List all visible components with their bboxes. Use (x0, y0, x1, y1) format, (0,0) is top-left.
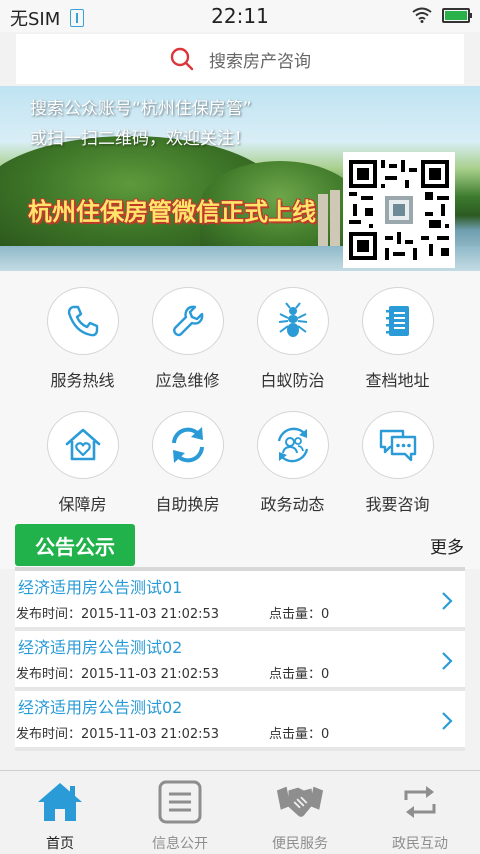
grid-item-hotline[interactable]: 服务热线 (30, 271, 135, 391)
chevron-right-icon (442, 652, 453, 670)
tab-label: 政民互动 (392, 836, 448, 852)
grid-item-termite[interactable]: 白蚁防治 (240, 271, 345, 391)
notice-header: 公告公示 更多 (0, 521, 480, 569)
chevron-right-icon (442, 712, 453, 730)
grid-label: 政务动态 (260, 495, 325, 514)
grid-icon-wrap (361, 411, 434, 479)
tab-public-service[interactable]: 便民服务 (240, 771, 360, 854)
document-icon (158, 780, 202, 824)
banner-building (330, 190, 340, 248)
grid-item-self-exchange[interactable]: 自助换房 (135, 395, 240, 515)
tab-home[interactable]: 首页 (0, 771, 120, 854)
wrench-icon (172, 305, 203, 337)
search-bar[interactable]: 搜索房产咨询 (16, 34, 464, 84)
battery-icon (442, 7, 472, 23)
notice-title: 经济适用房公告测试02 (18, 698, 183, 717)
handshake-icon (276, 786, 324, 817)
grid-label: 服务热线 (50, 371, 115, 390)
tab-label: 首页 (46, 836, 74, 852)
grid-item-archive[interactable]: 查档地址 (345, 271, 450, 391)
ant-icon (278, 302, 307, 337)
notice-time: 发布时间：2015-11-03 21:02:53 (16, 607, 220, 622)
wifi-icon (412, 7, 432, 23)
banner-line-2: 或扫一扫二维码，欢迎关注！ (30, 129, 251, 149)
notice-clicks: 点击量：0 (269, 607, 330, 622)
grid-label: 保障房 (58, 495, 107, 514)
notice-time: 发布时间：2015-11-03 21:02:53 (16, 727, 220, 742)
chat-icon (379, 429, 416, 462)
list-item[interactable]: 经济适用房公告测试02 发布时间：2015-11-03 21:02:53 点击量… (15, 691, 465, 751)
notice-title: 经济适用房公告测试01 (18, 578, 183, 597)
grid-icon-wrap (256, 411, 329, 479)
bottom-tab-bar: 首页 信息公开 便民服务 政民互动 (0, 770, 480, 854)
tab-label: 信息公开 (152, 836, 208, 852)
grid-icon-wrap (256, 287, 329, 355)
phone-icon (67, 305, 98, 337)
tab-icon-wrap (155, 777, 205, 827)
refresh-icon (171, 427, 204, 463)
tab-icon-wrap (275, 777, 325, 827)
grid-icon-wrap (46, 411, 119, 479)
banner-title: 杭州住保房管微信正式上线 (28, 198, 316, 226)
list-item[interactable]: 经济适用房公告测试02 发布时间：2015-11-03 21:02:53 点击量… (15, 631, 465, 691)
search-icon (170, 47, 194, 71)
qr-code-image (343, 152, 455, 268)
grid-label: 应急维修 (155, 371, 220, 390)
home-icon (38, 783, 82, 821)
promo-banner[interactable]: 搜索公众账号“杭州住保房管” 或扫一扫二维码，欢迎关注！ 杭州住保房管微信正式上… (0, 86, 480, 271)
house-heart-icon (65, 428, 100, 461)
notice-section-tag: 公告公示 (15, 524, 135, 566)
tab-gov-interaction[interactable]: 政民互动 (360, 771, 480, 854)
grid-icon-wrap (46, 287, 119, 355)
banner-building (318, 194, 328, 248)
grid-icon-wrap (151, 287, 224, 355)
grid-icon-wrap (151, 411, 224, 479)
tab-label: 便民服务 (272, 836, 328, 852)
notebook-icon (385, 306, 409, 336)
tab-info-disclosure[interactable]: 信息公开 (120, 771, 240, 854)
chevron-right-icon (442, 592, 453, 610)
grid-label: 自助换房 (155, 495, 220, 514)
grid-item-repair[interactable]: 应急维修 (135, 271, 240, 391)
grid-label: 我要咨询 (365, 495, 430, 514)
tab-icon-wrap (35, 777, 85, 827)
status-bar: 无SIM 22:11 (0, 0, 480, 32)
grid-icon-wrap (361, 287, 434, 355)
list-item[interactable]: 经济适用房公告测试01 发布时间：2015-11-03 21:02:53 点击量… (15, 571, 465, 631)
status-right (412, 7, 472, 23)
search-placeholder: 搜索房产咨询 (209, 51, 311, 72)
banner-line-1: 搜索公众账号“杭州住保房管” (30, 99, 252, 119)
notice-title: 经济适用房公告测试02 (18, 638, 183, 657)
notice-clicks: 点击量：0 (269, 727, 330, 742)
battery-fill (445, 10, 467, 20)
grid-label: 白蚁防治 (260, 371, 325, 390)
notice-clicks: 点击量：0 (269, 667, 330, 682)
more-link[interactable]: 更多 (430, 533, 464, 558)
notice-list: 经济适用房公告测试01 发布时间：2015-11-03 21:02:53 点击量… (15, 571, 465, 751)
notice-time: 发布时间：2015-11-03 21:02:53 (16, 667, 220, 682)
clock: 22:11 (211, 4, 269, 28)
grid-item-affordable-housing[interactable]: 保障房 (30, 395, 135, 515)
tab-icon-wrap (395, 777, 445, 827)
exchange-icon (404, 786, 436, 818)
grid-item-gov-news[interactable]: 政务动态 (240, 395, 345, 515)
people-cycle-icon (277, 427, 308, 463)
grid-label: 查档地址 (365, 371, 430, 390)
service-grid: 服务热线 应急维修 白蚁防治 查档地址 保障房 自助换房 政务动态 我要咨询 (0, 271, 480, 521)
grid-item-consult[interactable]: 我要咨询 (345, 395, 450, 515)
